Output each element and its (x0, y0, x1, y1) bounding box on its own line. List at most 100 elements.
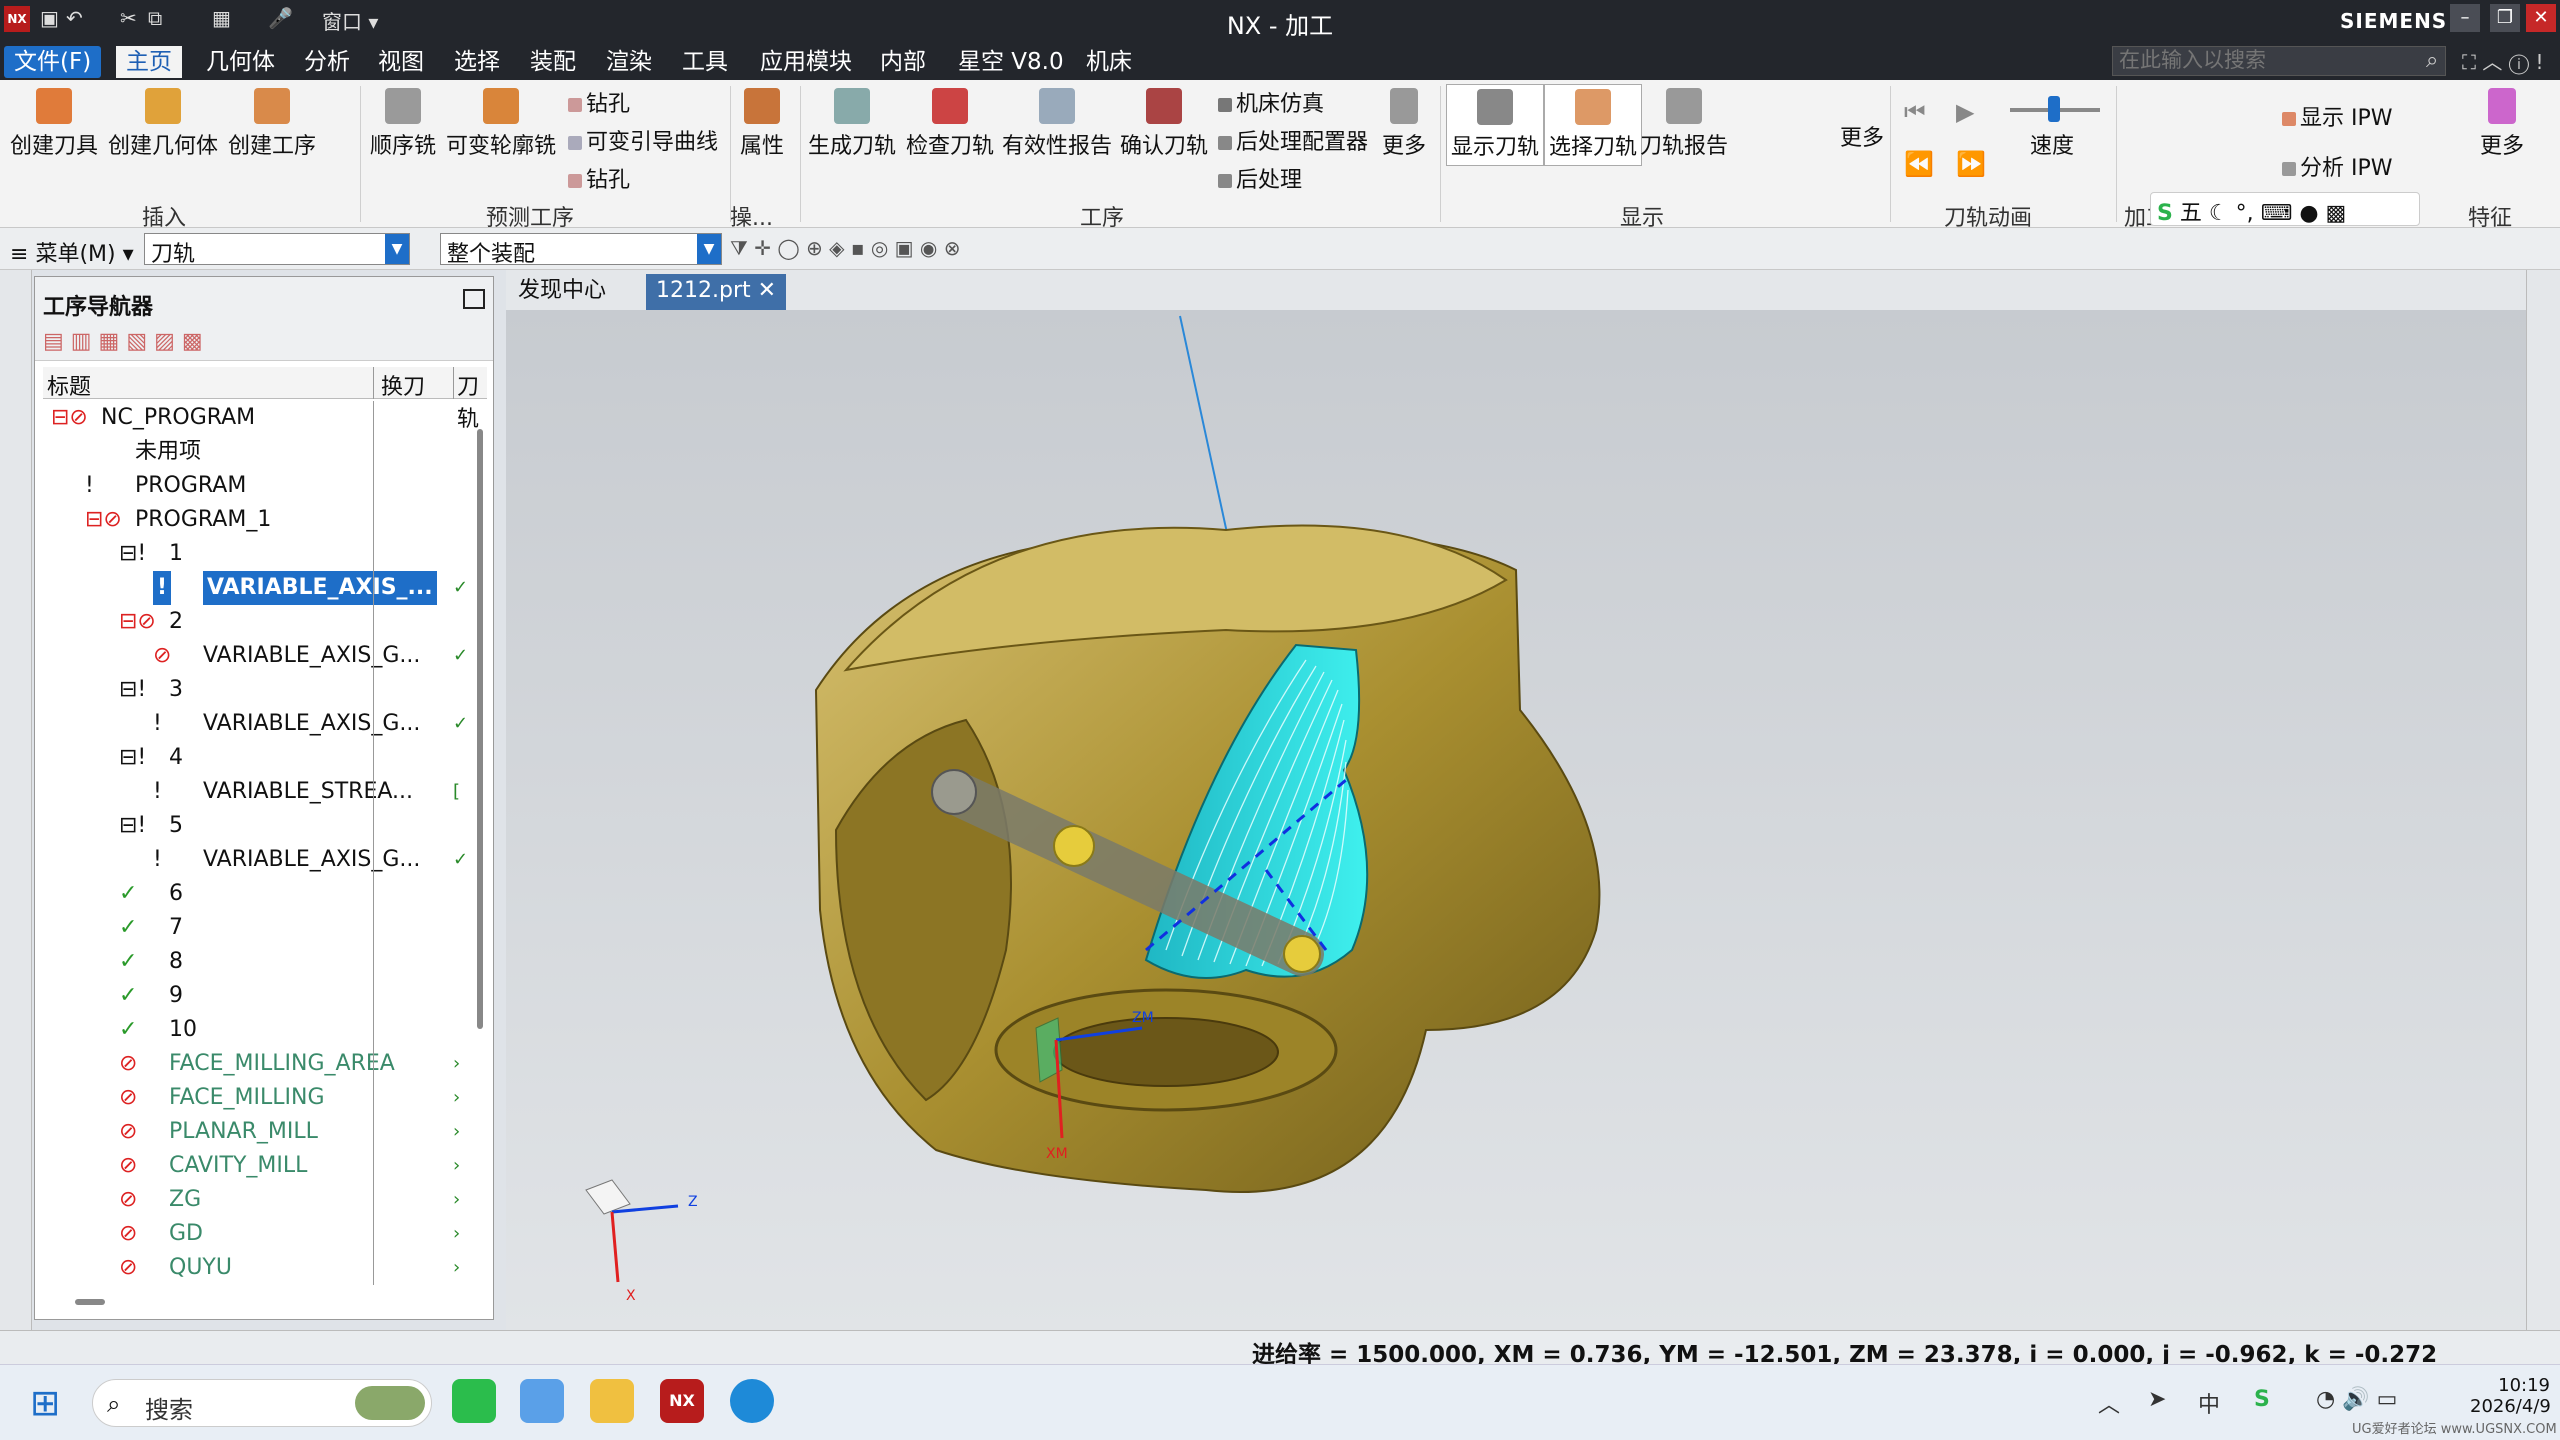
tree-row[interactable]: ⊟! 3 (43, 673, 487, 707)
clock[interactable]: 10:19 2026/4/9 (2470, 1375, 2551, 1417)
tree-row[interactable]: ⊘ VARIABLE_AXIS_G... ✓ (43, 639, 487, 673)
tab-part-file[interactable]: 1212.prt ✕ (646, 274, 787, 310)
graphics-viewport[interactable]: ZM XM Z X (506, 310, 2526, 1330)
rewind-icon[interactable]: ⏮ (1904, 98, 1926, 126)
tree-row[interactable]: ! VARIABLE_AXIS_... ✓ (43, 571, 487, 605)
wifi-icon[interactable]: ◔ 🔊 ▭ (2316, 1387, 2397, 1412)
tree-scrollbar[interactable] (477, 429, 483, 1029)
feature-more-button[interactable]: 更多 (2480, 88, 2524, 160)
tab-analysis[interactable]: 分析 (294, 46, 360, 78)
close-button[interactable]: ✕ (2526, 4, 2556, 32)
tree-row[interactable]: ⊘ ZG › (43, 1183, 487, 1217)
machine-sim-button[interactable]: 机床仿真 (1218, 86, 1324, 118)
tab-tools[interactable]: 工具 (672, 46, 738, 78)
navigator-tool-icons[interactable]: ▤ ▥ ▦ ▧ ▨ ▩ (43, 329, 203, 354)
search-icon[interactable]: ⌕ (2426, 48, 2438, 73)
post-config-button[interactable]: 后处理配置器 (1218, 124, 1368, 156)
drill-button-1[interactable]: 钻孔 (568, 86, 630, 118)
tab-xingkong[interactable]: 星空 V8.0 (948, 46, 1074, 78)
drill-button-2[interactable]: 钻孔 (568, 162, 630, 194)
col-tool-change[interactable]: 换刀 (381, 369, 425, 401)
step-forward-icon[interactable]: ⏩ (1956, 150, 1986, 178)
variable-guide-curve-button[interactable]: 可变引导曲线 (568, 124, 718, 156)
tree-row[interactable]: ⊟! 4 (43, 741, 487, 775)
tree-row[interactable]: ! VARIABLE_STREA... [ (43, 775, 487, 809)
tab-render[interactable]: 渲染 (596, 46, 662, 78)
minimize-button[interactable]: – (2450, 4, 2480, 32)
tree-row[interactable]: ✓ 6 (43, 877, 487, 911)
nx-taskbar-icon[interactable]: NX (660, 1379, 704, 1423)
tree-row[interactable]: ! VARIABLE_AXIS_G... ✓ (43, 843, 487, 877)
tree-row[interactable]: ⊟! 5 (43, 809, 487, 843)
create-operation-button[interactable]: 创建工序 (228, 88, 316, 160)
show-ipw-button[interactable]: 显示 IPW (2282, 100, 2393, 132)
app-icon[interactable] (520, 1379, 564, 1423)
col-title[interactable]: 标题 (47, 369, 91, 401)
play-icon[interactable]: ▶ (1956, 98, 1974, 126)
tab-home[interactable]: 主页 (116, 46, 182, 78)
file-explorer-icon[interactable] (590, 1379, 634, 1423)
tree-row[interactable]: ⊘ QUYU › (43, 1251, 487, 1285)
tree-row[interactable]: ⊟! 1 (43, 537, 487, 571)
wechat-icon[interactable] (452, 1379, 496, 1423)
tree-row[interactable]: ⊟⊘ PROGRAM_1 (43, 503, 487, 537)
tree-row[interactable]: ⊟⊘ NC_PROGRAM (43, 401, 487, 435)
create-geometry-button[interactable]: 创建几何体 (108, 88, 218, 160)
command-search-input[interactable] (2112, 46, 2446, 76)
tree-row[interactable]: ⊘ PLANAR_MILL › (43, 1115, 487, 1149)
selection-filter-icons[interactable]: ⧩ ✛ ◯ ⊕ ◈ ▪ ◎ ▣ ◉ ⊗ (730, 236, 960, 260)
tab-internal[interactable]: 内部 (870, 46, 936, 78)
type-filter-select[interactable]: 刀轨 ▼ (144, 233, 410, 267)
ime-toolbar[interactable]: S 五 ☾ °, ⌨ ● ▩ (2150, 192, 2420, 226)
tab-geometry[interactable]: 几何体 (196, 46, 285, 78)
scope-select[interactable]: 整个装配 ▼ (440, 233, 722, 267)
location-icon[interactable]: ➤ (2148, 1387, 2166, 1412)
variable-contour-button[interactable]: 可变轮廓铣 (446, 88, 556, 160)
tab-view[interactable]: 视图 (368, 46, 434, 78)
speed-slider-thumb[interactable] (2048, 96, 2060, 122)
fullscreen-icon[interactable]: ⛶ ︿ ⓘ ! (2462, 46, 2544, 75)
step-back-icon[interactable]: ⏪ (1904, 150, 1934, 178)
tree-row[interactable]: ✓ 9 (43, 979, 487, 1013)
tree-row[interactable]: ⊟⊘ 2 (43, 605, 487, 639)
taskbar-search[interactable]: ⌕ 搜索 (92, 1379, 432, 1427)
tree-row[interactable]: ✓ 7 (43, 911, 487, 945)
sequential-mill-button[interactable]: 顺序铣 (370, 88, 436, 160)
edge-icon[interactable] (730, 1379, 774, 1423)
main-menu-button[interactable]: ≡ 菜单(M) ▾ (10, 236, 134, 268)
tab-discovery-center[interactable]: 发现中心 (508, 274, 616, 310)
path-report-button[interactable]: 刀轨报告 (1640, 88, 1728, 160)
tree-row[interactable]: ⊘ FACE_MILLING_AREA › (43, 1047, 487, 1081)
tree-hscrollbar[interactable] (75, 1299, 105, 1305)
start-icon[interactable]: ⊞ (30, 1383, 60, 1424)
tree-row[interactable]: ✓ 10 (43, 1013, 487, 1047)
tab-select[interactable]: 选择 (444, 46, 510, 78)
confirm-path-button[interactable]: 确认刀轨 (1120, 88, 1208, 160)
tree-row[interactable]: ! PROGRAM (43, 469, 487, 503)
post-process-button[interactable]: 后处理 (1218, 162, 1302, 194)
tree-row[interactable]: ⊘ CAVITY_MILL › (43, 1149, 487, 1183)
select-path-button[interactable]: 选择刀轨 (1544, 84, 1643, 166)
attributes-button[interactable]: 属性 (740, 88, 784, 160)
tray-expand-icon[interactable]: ︿ (2098, 1387, 2120, 1419)
show-path-button[interactable]: 显示刀轨 (1446, 84, 1545, 166)
verify-path-button[interactable]: 检查刀轨 (906, 88, 994, 160)
tree-row[interactable]: 未用项 (43, 435, 487, 469)
analyze-ipw-button[interactable]: 分析 IPW (2282, 150, 2393, 182)
tree-row[interactable]: ⊘ FACE_MILLING › (43, 1081, 487, 1115)
ime-lang[interactable]: 中 (2198, 1387, 2220, 1419)
validity-report-button[interactable]: 有效性报告 (1002, 88, 1112, 160)
generate-path-button[interactable]: 生成刀轨 (808, 88, 896, 160)
maximize-icon[interactable] (463, 289, 485, 309)
tab-assembly[interactable]: 装配 (520, 46, 586, 78)
file-menu[interactable]: 文件(F) (4, 46, 102, 78)
tab-applications[interactable]: 应用模块 (750, 46, 862, 78)
tab-machine[interactable]: 机床 (1076, 46, 1142, 78)
tree-row[interactable]: ! VARIABLE_AXIS_G... ✓ (43, 707, 487, 741)
restore-button[interactable]: ❐ (2490, 4, 2520, 32)
sogou-tray-icon[interactable]: S (2254, 1387, 2270, 1412)
tree-row[interactable]: ✓ 8 (43, 945, 487, 979)
create-tool-button[interactable]: 创建刀具 (10, 88, 98, 160)
tree-row[interactable]: ⊘ GD › (43, 1217, 487, 1251)
display-more-button[interactable]: 更多 (1840, 120, 1884, 152)
